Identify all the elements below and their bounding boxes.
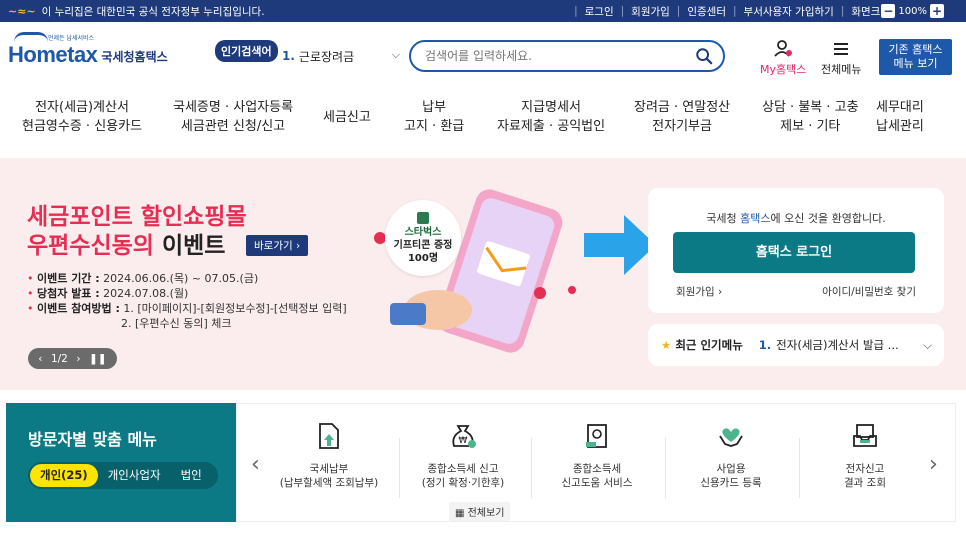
view-all-button[interactable]: ▦ 전체보기 xyxy=(449,502,511,521)
popular-search-badge: 인기검색어 xyxy=(215,40,278,62)
svg-text:₩: ₩ xyxy=(459,436,468,446)
tab-sole-proprietor[interactable]: 개인사업자 xyxy=(98,464,171,487)
starbucks-sticker: 스타벅스 기프티콘 증정 100명 xyxy=(385,200,461,276)
logo-tagline: 언제든 납세서비스 xyxy=(48,35,95,42)
arrow-right-icon xyxy=(584,215,656,275)
event-howto-2: 2. [우편수신 동의] 체크 xyxy=(121,317,232,330)
gov-notice: ~≈~ 이 누리집은 대한민국 공식 전자정부 누리집입니다. xyxy=(0,4,265,19)
popular-search-select[interactable]: 1. 근로장려금 ⌵ xyxy=(282,46,402,66)
star-icon: ★ xyxy=(661,338,672,352)
nav-payment-statement[interactable]: 지급명세서 자료제출 · 공익법인 xyxy=(497,98,605,136)
prev-icon[interactable]: ‹ xyxy=(38,353,42,365)
old-menu-button[interactable]: 기존 홈택스 메뉴 보기 xyxy=(879,39,952,75)
nav-consult-appeal[interactable]: 상담 · 불복 · 고충 제보 · 기타 xyxy=(762,98,859,136)
popular-menu-item[interactable]: 전자(세금)계산서 발급 ... xyxy=(776,337,898,353)
heart-hands-icon xyxy=(719,428,743,447)
all-menu-label: 전체메뉴 xyxy=(821,63,862,76)
old-menu-label-2: 메뉴 보기 xyxy=(893,57,938,70)
nav-etax-invoice[interactable]: 전자(세금)계산서 현금영수증 · 신용카드 xyxy=(22,98,142,136)
all-menu-button[interactable]: 전체메뉴 xyxy=(821,40,861,77)
event-info: • 이벤트 기간 : 2024.06.06.(목) ~ 07.05.(금) • … xyxy=(27,271,347,331)
signup-link[interactable]: 회원가입 xyxy=(631,4,670,19)
nav-tax-filing[interactable]: 세금신고 xyxy=(323,108,371,127)
quick-menu: ‹ 국세납부 (납부할세액 조회납부) ₩ 종합소득세 신고 (정기 확정·기한후)… xyxy=(236,403,956,522)
gov-topbar: ~≈~ 이 누리집은 대한민국 공식 전자정부 누리집입니다. | 로그인 | … xyxy=(0,0,966,22)
logo-wordmark: Hometax xyxy=(8,42,98,67)
event-title[interactable]: 세금포인트 할인쇼핑몰 우편수신동의 이벤트 xyxy=(27,203,247,261)
tab-individual[interactable]: 개인(25) xyxy=(30,464,98,487)
event-howto: • 이벤트 참여방법 : 1. [마이페이지]-[회원정보수정]-[선택정보 입… xyxy=(27,302,347,315)
tab-corporation[interactable]: 법인 xyxy=(171,464,212,487)
document-upload-icon xyxy=(319,423,339,449)
chevron-right-icon[interactable]: › xyxy=(929,452,938,477)
document-help-icon xyxy=(586,424,607,448)
zoom-control: − 100% + xyxy=(881,4,944,18)
nav-payment[interactable]: 납부 고지 · 환급 xyxy=(404,98,464,136)
zoom-out-button[interactable]: − xyxy=(881,4,896,18)
gov-notice-text[interactable]: 이 누리집은 대한민국 공식 전자정부 누리집입니다. xyxy=(42,4,265,19)
my-hometax-button[interactable]: My홈택스 xyxy=(760,40,806,77)
find-id-password-link[interactable]: 아이디/비밀번호 찾기 xyxy=(822,284,916,299)
login-panel: 국세청 홈택스에 오신 것을 환영합니다. 홈택스 로그인 회원가입 › 아이디… xyxy=(648,188,944,313)
popular-menu-label: 최근 인기메뉴 xyxy=(675,338,743,352)
welcome-text: 국세청 홈택스에 오신 것을 환영합니다. xyxy=(706,212,886,225)
inbox-tray-icon xyxy=(853,424,877,447)
quick-item-income-tax-filing[interactable]: ₩ 종합소득세 신고 (정기 확정·기한후) xyxy=(403,422,523,490)
coffee-cup-icon xyxy=(417,212,429,224)
cert-center-link[interactable]: 인증센터 xyxy=(687,4,726,19)
popular-menu-bar[interactable]: ★ 최근 인기메뉴 1. 전자(세금)계산서 발급 ... ⌵ xyxy=(648,324,944,366)
chevron-down-icon: ⌵ xyxy=(391,48,400,61)
user-icon xyxy=(774,40,793,57)
popular-search-term: 근로장려금 xyxy=(298,49,355,64)
gov-emblem-icon: ~≈~ xyxy=(8,4,36,18)
event-announce: • 당첨자 발표 : 2024.07.08.(월) xyxy=(27,287,189,300)
event-period: • 이벤트 기간 : 2024.06.06.(목) ~ 07.05.(금) xyxy=(27,272,259,285)
chevron-down-icon[interactable]: ⌵ xyxy=(923,338,932,353)
visitor-menu-title: 방문자별 맞춤 메뉴 xyxy=(28,430,157,449)
quick-item-efiling-result[interactable]: 전자신고 결과 조회 xyxy=(805,422,925,490)
dept-signup-link[interactable]: 부서사용자 가입하기 xyxy=(744,4,834,19)
util-links: | 로그인 | 회원가입 | 인증센터 | 부서사용자 가입하기 | 화면크기 xyxy=(574,4,890,19)
quick-item-business-card[interactable]: 사업용 신용카드 등록 xyxy=(671,422,791,490)
search-box xyxy=(409,40,725,72)
pause-icon[interactable]: ❚❚ xyxy=(89,353,107,365)
quick-item-income-tax-help[interactable]: 종합소득세 신고도움 서비스 xyxy=(537,422,657,490)
pager-count: 1/2 xyxy=(50,352,68,365)
next-icon[interactable]: › xyxy=(76,353,80,365)
search-input[interactable] xyxy=(411,42,681,70)
hometax-logo[interactable]: 언제든 납세서비스 Hometax 국세청홈택스 xyxy=(8,32,168,68)
nav-certificate-registration[interactable]: 국세증명 · 사업자등록 세금관련 신청/신고 xyxy=(173,98,293,136)
main-nav: 전자(세금)계산서 현금영수증 · 신용카드 국세증명 · 사업자등록 세금관련 신… xyxy=(0,98,966,148)
visitor-menu-panel: 방문자별 맞춤 메뉴 개인(25) 개인사업자 법인 xyxy=(6,403,236,522)
my-hometax-label: My홈택스 xyxy=(760,63,807,76)
zoom-level: 100% xyxy=(898,5,927,17)
hamburger-icon xyxy=(834,43,849,55)
old-menu-label-1: 기존 홈택스 xyxy=(888,43,943,56)
popular-search-rank: 1. xyxy=(282,49,295,63)
grid-icon: ▦ xyxy=(455,508,465,519)
money-bag-icon: ₩ xyxy=(452,425,476,448)
popular-menu-rank: 1. xyxy=(758,338,772,352)
header: 언제든 납세서비스 Hometax 국세청홈택스 인기검색어 1. 근로장려금 … xyxy=(0,22,966,90)
nav-tax-agent[interactable]: 세무대리 납세관리 xyxy=(876,98,924,136)
login-button[interactable]: 홈택스 로그인 xyxy=(673,232,915,273)
join-link[interactable]: 회원가입 › xyxy=(676,284,722,299)
search-icon[interactable] xyxy=(695,47,713,65)
banner-pager: ‹ 1/2 › ❚❚ xyxy=(28,348,117,369)
visitor-tabs: 개인(25) 개인사업자 법인 xyxy=(28,462,218,489)
logo-subtitle: 국세청홈택스 xyxy=(101,50,168,64)
zoom-in-button[interactable]: + xyxy=(930,4,944,18)
chevron-left-icon[interactable]: ‹ xyxy=(251,452,260,477)
logo-roof-icon xyxy=(14,32,48,42)
nav-incentive-yearend[interactable]: 장려금 · 연말정산 전자기부금 xyxy=(634,98,730,136)
event-goto-button[interactable]: 바로가기 › xyxy=(246,235,309,256)
quick-item-tax-payment[interactable]: 국세납부 (납부할세액 조회납부) xyxy=(269,422,389,490)
login-link[interactable]: 로그인 xyxy=(585,4,614,19)
